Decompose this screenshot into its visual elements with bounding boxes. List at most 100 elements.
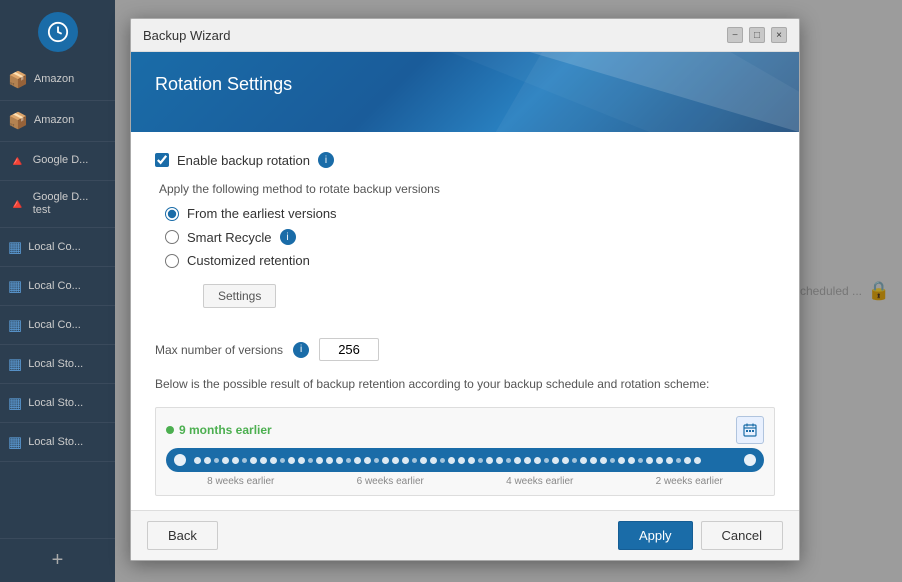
radio-custom-row: Customized retention <box>165 253 775 268</box>
add-item-button[interactable]: + <box>0 538 115 582</box>
dialog-body: Enable backup rotation i Apply the follo… <box>131 132 799 510</box>
timeline-dot <box>308 458 313 463</box>
timeline-dot <box>374 458 379 463</box>
radio-earliest-row: From the earliest versions <box>165 206 775 221</box>
sidebar-item-local-1[interactable]: ▦ Local Co... <box>0 228 115 267</box>
radio-custom-label[interactable]: Customized retention <box>187 253 310 268</box>
timeline-dot <box>440 458 445 463</box>
sidebar-item-google-2[interactable]: 🔺 Google D... test <box>0 181 115 228</box>
timeline-dot <box>666 457 673 464</box>
smart-recycle-info-icon[interactable]: i <box>280 229 296 245</box>
method-description: Apply the following method to rotate bac… <box>155 182 775 196</box>
timeline-dot <box>194 457 201 464</box>
sidebar-item-label: Local Co... <box>28 280 81 293</box>
max-versions-label: Max number of versions <box>155 343 283 357</box>
sidebar: 📦 Amazon 📦 Amazon 🔺 Google D... 🔺 Google… <box>0 0 115 582</box>
enable-rotation-checkbox[interactable] <box>155 153 169 167</box>
sidebar-item-local-sto-1[interactable]: ▦ Local Sto... <box>0 345 115 384</box>
timeline-dot <box>590 457 597 464</box>
back-button[interactable]: Back <box>147 521 218 550</box>
timeline-dot <box>298 457 305 464</box>
timeline-dot <box>316 457 323 464</box>
timeline-dot <box>468 457 475 464</box>
sidebar-item-local-2[interactable]: ▦ Local Co... <box>0 267 115 306</box>
timeline-dot <box>260 457 267 464</box>
enable-rotation-info-icon[interactable]: i <box>318 152 334 168</box>
timeline-dot <box>618 457 625 464</box>
settings-button[interactable]: Settings <box>203 284 276 308</box>
timeline-dot <box>402 457 409 464</box>
maximize-button[interactable]: □ <box>749 27 765 43</box>
timeline-dot <box>336 457 343 464</box>
local-backup-icon: ▦ <box>8 316 22 334</box>
sidebar-item-google-1[interactable]: 🔺 Google D... <box>0 142 115 181</box>
dialog-header-title: Rotation Settings <box>155 74 775 95</box>
max-versions-info-icon[interactable]: i <box>293 342 309 358</box>
timeline-dot <box>412 458 417 463</box>
enable-rotation-label[interactable]: Enable backup rotation <box>177 153 310 168</box>
time-label-3: 4 weeks earlier <box>506 476 573 487</box>
time-label-2: 6 weeks earlier <box>357 476 424 487</box>
dialog-header: Rotation Settings <box>131 52 799 132</box>
cancel-button[interactable]: Cancel <box>701 521 783 550</box>
timeline-dot <box>600 457 607 464</box>
timeline-dot <box>430 457 437 464</box>
window-controls: − □ × <box>727 27 787 43</box>
timeline-dot <box>288 457 295 464</box>
timeline-start-label: 9 months earlier <box>166 423 272 437</box>
timeline-dot <box>544 458 549 463</box>
time-label-4: 2 weeks earlier <box>656 476 723 487</box>
dialog-title: Backup Wizard <box>143 28 230 43</box>
timeline-dot <box>478 458 483 463</box>
green-dot-indicator <box>166 426 174 434</box>
timeline-dot <box>448 457 455 464</box>
timeline-dot <box>242 458 247 463</box>
local-storage-icon: ▦ <box>8 355 22 373</box>
google-drive-icon: 🔺 <box>8 195 27 213</box>
apply-button[interactable]: Apply <box>618 521 693 550</box>
sidebar-item-local-3[interactable]: ▦ Local Co... <box>0 306 115 345</box>
amazon-icon: 📦 <box>8 70 28 90</box>
timeline-dot <box>364 457 371 464</box>
timeline-dot <box>552 457 559 464</box>
sidebar-item-label: Google D... <box>33 154 89 167</box>
timeline-track[interactable] <box>166 448 764 472</box>
minimize-button[interactable]: − <box>727 27 743 43</box>
sidebar-item-local-sto-3[interactable]: ▦ Local Sto... <box>0 423 115 462</box>
rotation-method-group: From the earliest versions Smart Recycle… <box>155 206 775 268</box>
timeline-dot <box>638 458 643 463</box>
timeline-dot <box>610 458 615 463</box>
sidebar-item-local-sto-2[interactable]: ▦ Local Sto... <box>0 384 115 423</box>
timeline-dot <box>458 457 465 464</box>
sidebar-item-amazon-1[interactable]: 📦 Amazon <box>0 60 115 101</box>
footer-right-buttons: Apply Cancel <box>618 521 783 550</box>
timeline-area: 9 months earlier <box>155 407 775 496</box>
timeline-dot <box>392 457 399 464</box>
radio-earliest[interactable] <box>165 207 179 221</box>
timeline-dot <box>326 457 333 464</box>
max-versions-input[interactable] <box>319 338 379 361</box>
sidebar-item-label: Local Sto... <box>28 358 83 371</box>
timeline-dots <box>186 457 744 464</box>
radio-smart-label[interactable]: Smart Recycle <box>187 230 272 245</box>
timeline-dot <box>214 458 219 463</box>
sidebar-item-label: Local Co... <box>28 319 81 332</box>
app-logo <box>38 12 78 52</box>
timeline-end-marker <box>744 454 756 466</box>
timeline-dot <box>382 457 389 464</box>
local-storage-icon: ▦ <box>8 433 22 451</box>
sidebar-item-label: Google D... test <box>33 191 107 217</box>
radio-custom[interactable] <box>165 254 179 268</box>
timeline-dot <box>572 458 577 463</box>
timeline-dot <box>250 457 257 464</box>
retention-info-text: Below is the possible result of backup r… <box>155 375 775 393</box>
local-backup-icon: ▦ <box>8 277 22 295</box>
timeline-calendar-button[interactable] <box>736 416 764 444</box>
close-button[interactable]: × <box>771 27 787 43</box>
radio-smart[interactable] <box>165 230 179 244</box>
sidebar-item-amazon-2[interactable]: 📦 Amazon <box>0 101 115 142</box>
radio-earliest-label[interactable]: From the earliest versions <box>187 206 337 221</box>
radio-smart-row: Smart Recycle i <box>165 229 775 245</box>
timeline-dot <box>628 457 635 464</box>
timeline-dot <box>346 458 351 463</box>
